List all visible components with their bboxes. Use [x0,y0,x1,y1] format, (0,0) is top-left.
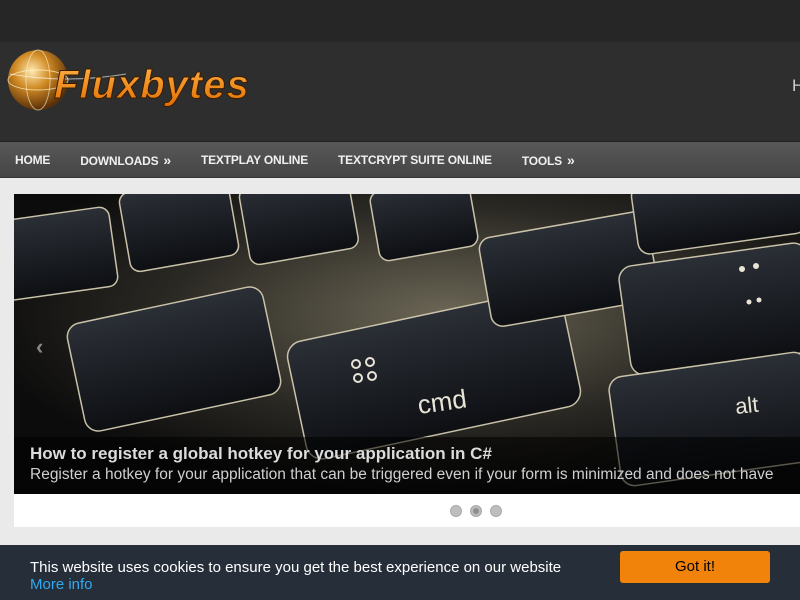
nav-item-textcrypt-suite-online[interactable]: TEXTCRYPT SUITE ONLINE [338,153,492,167]
slide-caption-text: Register a hotkey for your application t… [30,466,774,483]
header-right-text: H [792,76,800,95]
slider-dot-1[interactable] [450,505,462,517]
submenu-arrow-icon: » [567,152,575,168]
top-bar [0,0,800,42]
featured-slider: cmd alt ‹ How to register a global hotke… [14,194,800,527]
slider-dot-3[interactable] [490,505,502,517]
slide-caption[interactable]: How to register a global hotkey for your… [14,437,800,494]
site-logo[interactable]: Fluxbytes [6,44,306,114]
slider-prev-icon[interactable]: ‹ [36,334,58,359]
cookie-banner: This website uses cookies to ensure you … [0,545,800,600]
key-alt-label: alt [734,392,760,419]
slide-caption-title[interactable]: How to register a global hotkey for your… [30,444,784,464]
main-nav: HOME DOWNLOADS» TEXTPLAY ONLINE TEXTCRYP… [0,142,800,178]
nav-item-home[interactable]: HOME [15,153,50,167]
nav-item-downloads[interactable]: DOWNLOADS» [80,152,171,168]
cookie-accept-button[interactable]: Got it! [620,551,770,583]
nav-item-textplay-online[interactable]: TEXTPLAY ONLINE [201,153,308,167]
cookie-message: This website uses cookies to ensure you … [30,559,562,576]
nav-item-tools[interactable]: TOOLS» [522,152,575,168]
submenu-arrow-icon: » [163,152,171,168]
slider-pagination [450,505,502,517]
slider-dot-2[interactable] [470,505,482,517]
svg-text:Fluxbytes: Fluxbytes [54,63,250,107]
site-header: Fluxbytes H [0,42,800,142]
content-area [0,527,800,547]
cookie-more-info-link[interactable]: More info [30,576,93,593]
